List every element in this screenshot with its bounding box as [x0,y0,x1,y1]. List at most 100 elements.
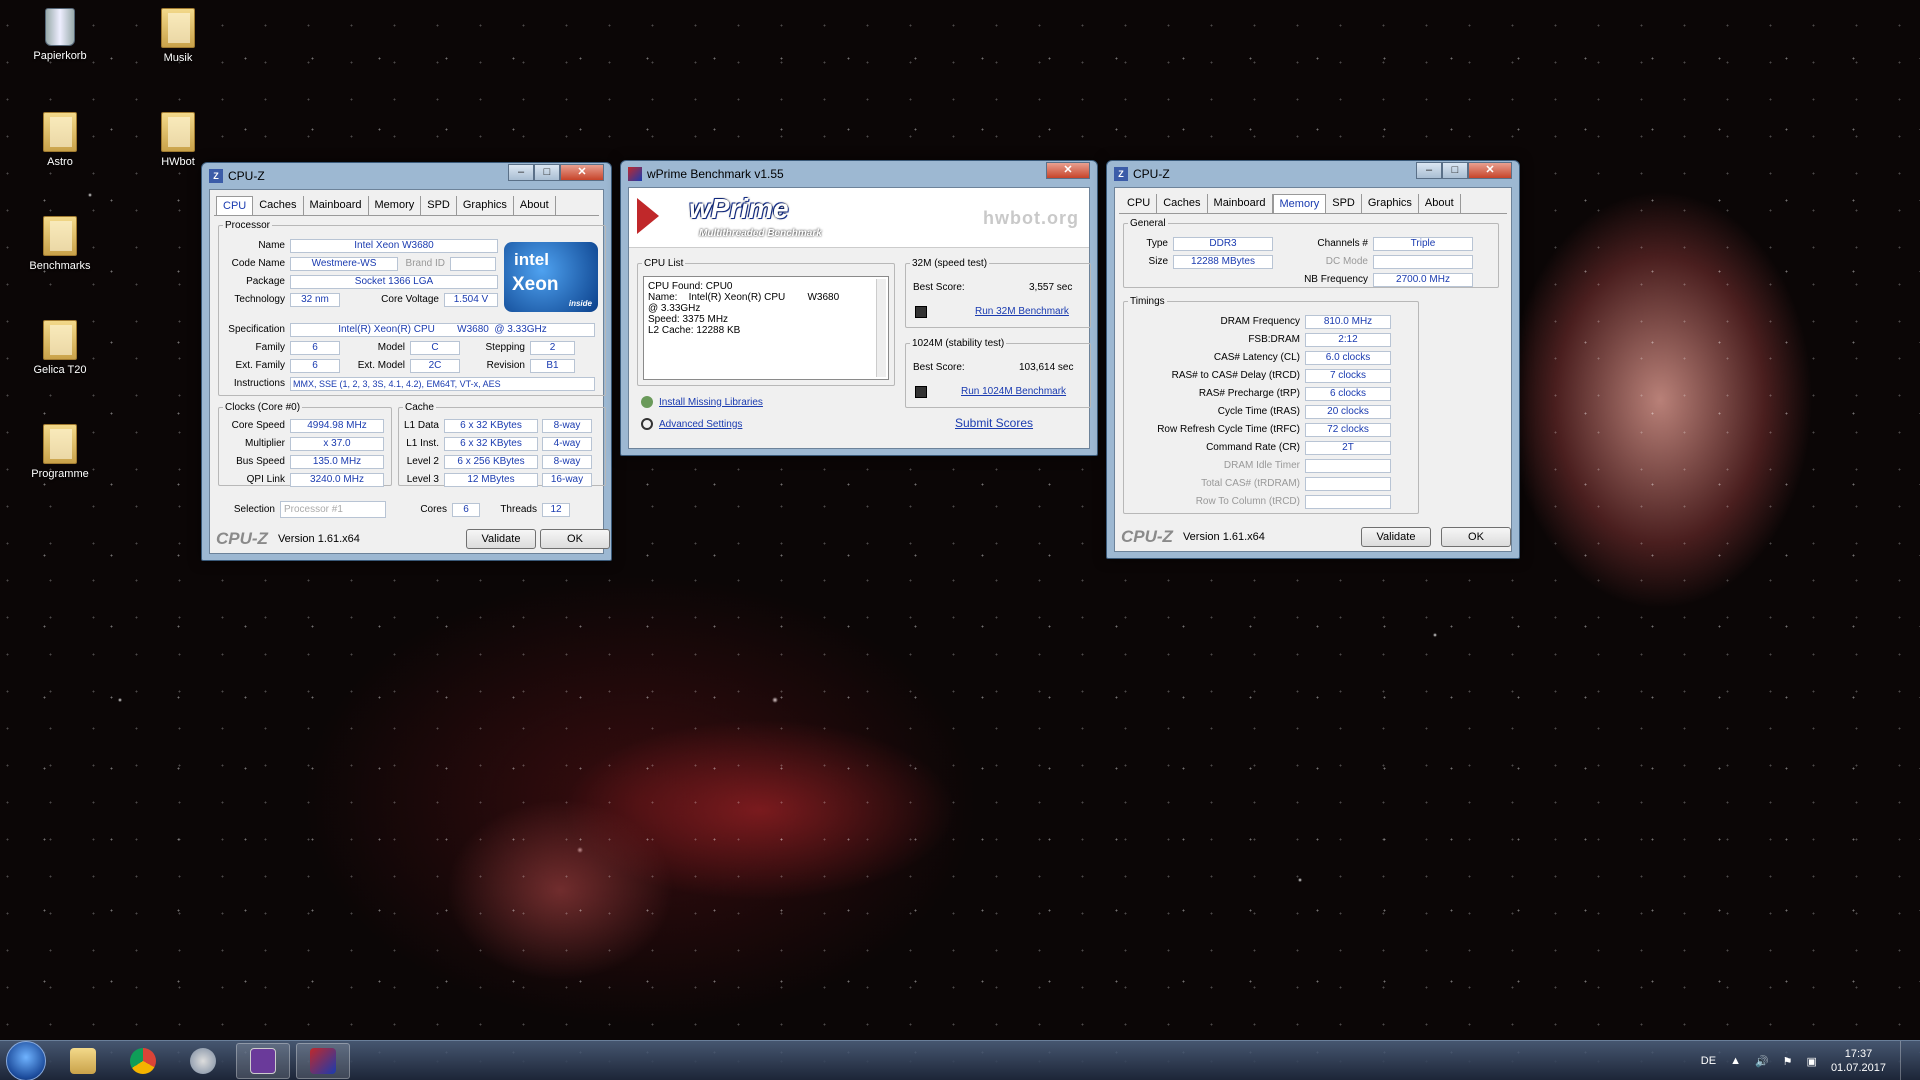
install-libraries-row: Install Missing Libraries [641,396,763,408]
intel-logo-text: intel [514,250,549,269]
maximize-button[interactable]: □ [534,164,560,181]
timing-row: RAS# Precharge (tRP) 6 clocks [1125,386,1391,401]
tab-caches[interactable]: Caches [1157,194,1208,213]
cpu-list-line: CPU Found: CPU0 [648,281,733,292]
folder-icon [43,112,77,152]
name-label: Name [258,240,285,251]
validate-button[interactable]: Validate [1361,527,1431,547]
model-value: C [410,340,460,355]
ok-button[interactable]: OK [540,529,610,549]
tab-mainboard[interactable]: Mainboard [1208,194,1273,213]
group-label: Clocks (Core #0) [225,402,301,413]
selection-label: Selection [233,504,275,515]
desktop-icon-gelica[interactable]: Gelica T20 [20,320,100,376]
tab-graphics[interactable]: Graphics [457,196,514,215]
close-button[interactable]: ✕ [1468,162,1512,179]
action-center-icon[interactable]: ⚑ [1783,1055,1793,1068]
tab-caches[interactable]: Caches [253,196,304,215]
timing-row: RAS# to CAS# Delay (tRCD) 7 clocks [1125,368,1391,383]
tab-graphics[interactable]: Graphics [1362,194,1419,213]
minimize-button[interactable]: – [1416,162,1442,179]
threads-label: Threads [500,504,537,515]
timing-row: Total CAS# (tRDRAM) [1125,476,1391,491]
tab-spd[interactable]: SPD [421,196,457,215]
nb-frequency-value: 2700.0 MHz [1373,272,1473,287]
tab-about[interactable]: About [514,196,556,215]
clock[interactable]: 17:37 01.07.2017 [1831,1047,1886,1075]
timing-label: Row Refresh Cycle Time (tRFC) [1157,424,1300,435]
taskbar-chrome[interactable] [116,1043,170,1079]
version-label: Version 1.61.x64 [277,533,360,545]
ext-model-value: 2C [410,358,460,373]
timing-value: 6.0 clocks [1305,350,1391,365]
desktop-icon-astro[interactable]: Astro [20,112,100,168]
ok-button[interactable]: OK [1441,527,1511,547]
group-label: 32M (speed test) [912,258,988,269]
tab-about[interactable]: About [1419,194,1461,213]
cpuz-memory-window[interactable]: Z CPU-Z – □ ✕ CPU Caches Mainboard Memory S… [1106,160,1520,559]
show-desktop-button[interactable] [1900,1041,1910,1080]
run-32m-benchmark-link[interactable]: Run 32M Benchmark [975,306,1069,317]
start-button[interactable] [6,1040,46,1080]
minimize-button[interactable]: – [508,164,534,181]
list-scrollbar[interactable] [876,279,886,377]
title-bar[interactable]: wPrime Benchmark v1.55 ✕ [628,161,1090,187]
processor-select[interactable]: Processor #1 [280,501,386,518]
level2-assoc: 8-way [542,454,592,469]
l1-data-label: L1 Data [403,420,439,431]
cpu-list[interactable]: CPU Found: CPU0 Name: Intel(R) Xeon(R) C… [643,276,889,380]
group-label: Processor [225,220,271,231]
size-label: Size [1148,256,1168,267]
desktop-icon-benchmarks[interactable]: Benchmarks [20,216,100,272]
language-indicator[interactable]: DE [1701,1055,1716,1067]
advanced-settings-row: Advanced Settings [641,418,742,430]
intel-xeon-logo: intel Xeon inside [504,242,598,312]
wprime-banner: wPrime Multithreaded Benchmark hwbot.org [629,188,1089,248]
dc-mode-label: DC Mode [1325,256,1368,267]
close-button[interactable]: ✕ [560,164,604,181]
cpuz-cpu-window[interactable]: Z CPU-Z – □ ✕ CPU Caches Mainboard Memory S… [201,162,612,561]
show-hidden-icons[interactable]: ▲ [1730,1055,1741,1067]
volume-icon[interactable]: 🔊 [1755,1055,1769,1068]
desktop-icon-hwbot[interactable]: HWbot [138,112,218,168]
cores-value: 6 [452,502,480,517]
install-missing-libraries-link[interactable]: Install Missing Libraries [659,397,763,408]
window-title: wPrime Benchmark v1.55 [647,167,784,181]
tab-cpu[interactable]: CPU [216,196,254,215]
tab-cpu[interactable]: CPU [1121,194,1158,213]
tab-mainboard[interactable]: Mainboard [304,196,369,215]
tab-memory[interactable]: Memory [1272,194,1327,213]
core-speed-value: 4994.98 MHz [290,418,384,433]
desktop-icon-recycle-bin[interactable]: Papierkorb [20,8,100,62]
validate-button[interactable]: Validate [466,529,536,549]
taskbar-cpuz[interactable] [236,1042,290,1079]
desktop-icon-label: Gelica T20 [33,364,87,376]
maximize-button[interactable]: □ [1442,162,1468,179]
best-score-label: Best Score: [913,282,965,293]
tab-memory[interactable]: Memory [369,196,422,215]
desktop-icon-musik[interactable]: Musik [138,8,218,64]
timing-value: 20 clocks [1305,404,1391,419]
level2-value: 6 x 256 KBytes [444,454,538,469]
wprime-arrow-icon [637,198,659,234]
title-bar[interactable]: Z CPU-Z – □ ✕ [1114,161,1512,187]
advanced-settings-link[interactable]: Advanced Settings [659,419,742,430]
timing-value [1305,458,1391,473]
dc-mode-value [1373,254,1473,269]
channels-value: Triple [1373,236,1473,251]
run-1024m-benchmark-link[interactable]: Run 1024M Benchmark [961,386,1066,397]
timing-row: DRAM Frequency 810.0 MHz [1125,314,1391,329]
title-bar[interactable]: Z CPU-Z – □ ✕ [209,163,604,189]
network-icon[interactable]: ▣ [1807,1055,1817,1068]
nb-frequency-label: NB Frequency [1304,274,1368,285]
taskbar-wprime[interactable] [296,1042,350,1079]
l1-inst-value: 6 x 32 KBytes [444,436,538,451]
timing-label: CAS# Latency (CL) [1213,352,1300,363]
tab-spd[interactable]: SPD [1326,194,1362,213]
close-button[interactable]: ✕ [1046,162,1090,179]
wprime-window[interactable]: wPrime Benchmark v1.55 ✕ wPrime Multithr… [620,160,1098,456]
desktop-icon-programme[interactable]: Programme [20,424,100,480]
taskbar-app[interactable] [176,1043,230,1079]
taskbar-explorer[interactable] [56,1043,110,1079]
submit-scores-link[interactable]: Submit Scores [955,416,1033,430]
